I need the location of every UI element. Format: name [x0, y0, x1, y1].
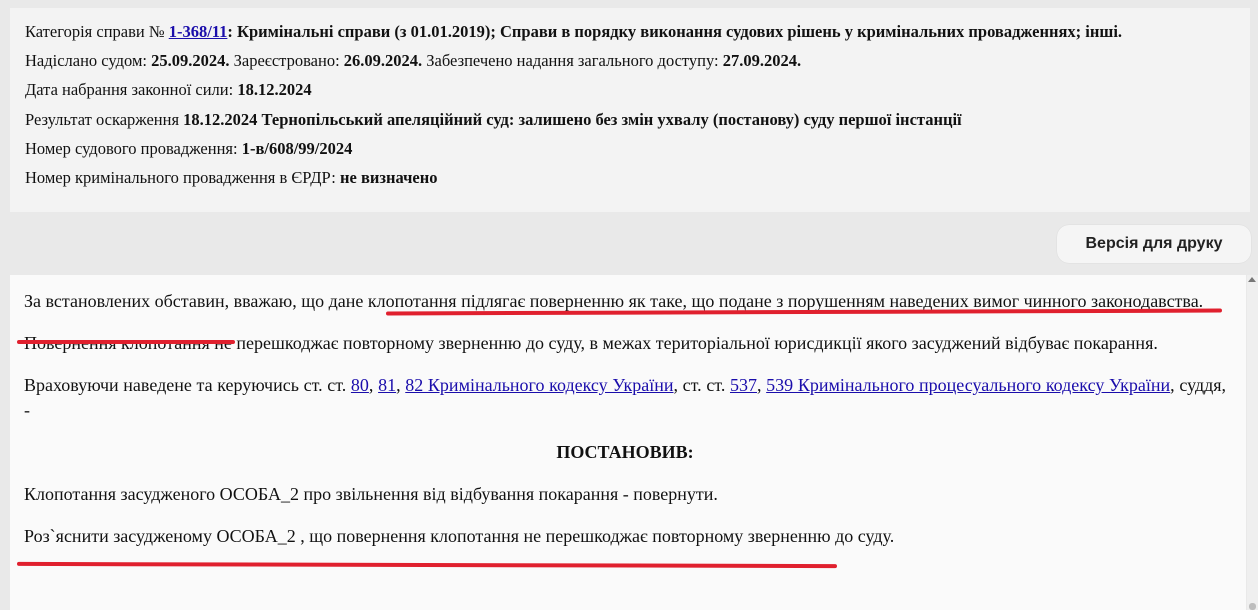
paragraph-text: Враховуючи наведене та керуючись ст. ст. [24, 375, 351, 395]
sent-label: Надіслано судом: [25, 51, 152, 71]
scroll-up-icon[interactable] [1248, 277, 1256, 282]
registered-label: Зареєстровано: [229, 51, 344, 71]
category-value: : Кримінальні справи (з 01.01.2019); Спр… [227, 22, 1123, 41]
article-80-link[interactable]: 80 [351, 375, 369, 395]
category-label: Категорія справи № [25, 22, 169, 41]
separator: , [368, 375, 379, 395]
article-82-criminal-code-link[interactable]: 82 Кримінального кодексу України [405, 375, 673, 395]
registered-value: 26.09.2024. [343, 51, 423, 71]
print-version-button[interactable]: Версія для друку [1057, 225, 1251, 263]
appeal-result-line: Результат оскарження 18.12.2024 Тернопіл… [25, 109, 1235, 138]
effective-label: Дата набрання законної сили: [25, 80, 238, 100]
proceeding-label: Номер судового провадження: [25, 138, 242, 158]
highlighted-text: дане клопотання підлягає поверненню як т… [328, 291, 1204, 311]
article-537-link[interactable]: 537 [730, 375, 757, 395]
separator: , [756, 375, 767, 395]
erdr-label: Номер кримінального провадження в ЄРДР: [25, 167, 340, 187]
erdr-value: не визначено [339, 167, 438, 187]
article-81-link[interactable]: 81 [378, 375, 396, 395]
paragraph-explanation: Роз`яснити засудженому ОСОБА_2 , що пове… [24, 526, 895, 546]
case-number-link[interactable]: 1-368/11 [169, 22, 228, 41]
article-539-procedure-code-link[interactable]: 539 Кримінального процесуального кодексу… [766, 375, 1170, 395]
proceeding-number-line: Номер судового провадження: 1-в/608/99/2… [25, 138, 1235, 167]
sent-value: 25.09.2024. [151, 51, 230, 71]
access-value: 27.09.2024. [722, 51, 802, 71]
separator: , [396, 375, 406, 395]
case-metadata-panel: Категорія справи № 1-368/11: Кримінальні… [10, 8, 1250, 212]
paragraph-text: За встановлених обставин, вважаю, що [24, 291, 329, 311]
paragraph-ruling: Клопотання засудженого ОСОБА_2 про звіль… [24, 484, 718, 504]
erdr-number-line: Номер кримінального провадження в ЄРДР: … [25, 167, 1235, 196]
appeal-label: Результат оскарження [25, 109, 184, 129]
effective-date-line: Дата набрання законної сили: 18.12.2024 [25, 79, 1235, 108]
scrollbar[interactable] [1247, 275, 1258, 610]
document-text-panel: За встановлених обставин, вважаю, що дан… [10, 275, 1246, 610]
paragraph-legal-basis: Враховуючи наведене та керуючись ст. ст.… [24, 373, 1226, 423]
paragraph-text: , ст. ст. [673, 375, 730, 395]
effective-value: 18.12.2024 [237, 80, 312, 100]
case-category-line: Категорія справи № 1-368/11: Кримінальні… [25, 21, 1235, 50]
access-label: Забезпечено надання загального доступу: [422, 51, 723, 71]
appeal-value: 18.12.2024 Тернопільський апеляційний су… [183, 109, 962, 129]
proceeding-value: 1-в/608/99/2024 [241, 138, 353, 158]
scroll-thumb[interactable] [1249, 603, 1256, 610]
ruling-heading: ПОСТАНОВИВ: [556, 442, 694, 462]
red-underline-mark [17, 340, 235, 344]
dates-line: Надіслано судом: 25.09.2024. Зареєстрова… [25, 50, 1235, 79]
